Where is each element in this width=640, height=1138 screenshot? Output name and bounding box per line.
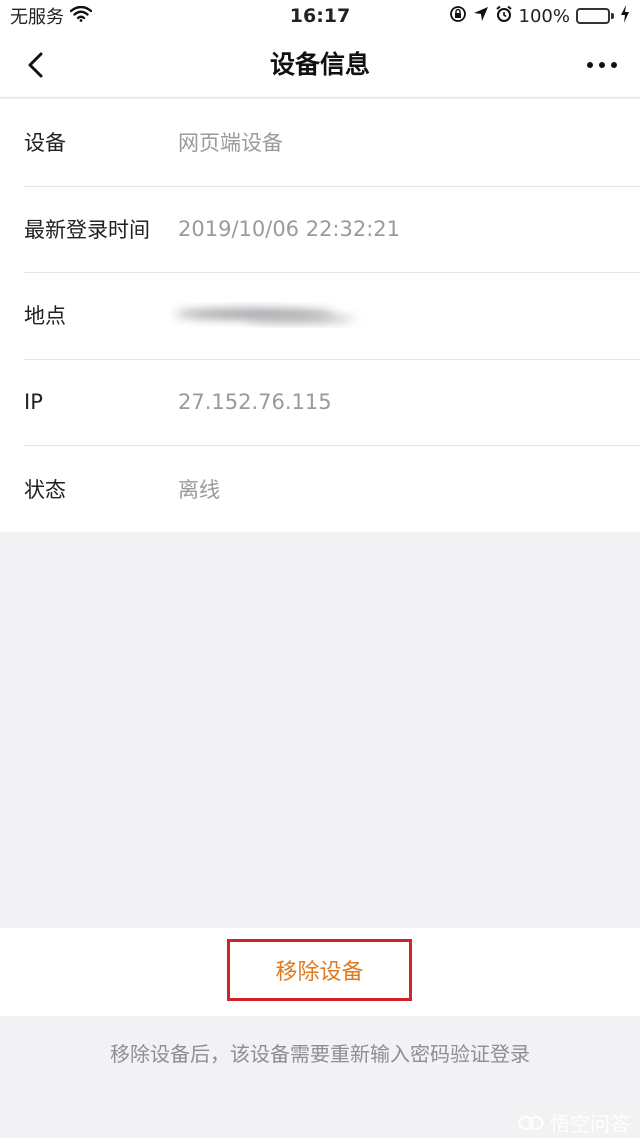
action-area: 移除设备	[0, 928, 640, 1016]
page-title: 设备信息	[269, 50, 370, 79]
battery-percent: 100%	[518, 5, 570, 27]
info-label: IP	[24, 390, 43, 415]
remove-device-button[interactable]: 移除设备	[227, 939, 412, 1001]
rotation-lock-icon	[449, 5, 467, 28]
location-icon	[473, 6, 489, 27]
info-row-last-login: 最新登录时间 2019/10/06 22:32:21	[0, 185, 640, 273]
info-label: 状态	[24, 477, 66, 502]
info-row-device: 设备 网页端设备	[0, 99, 640, 186]
info-label: 设备	[24, 131, 66, 156]
info-value: 离线	[178, 477, 220, 502]
info-row-location: 地点	[0, 272, 640, 359]
charging-icon	[620, 4, 630, 28]
status-left: 无服务	[10, 3, 93, 29]
more-button[interactable]	[582, 52, 622, 78]
wifi-icon	[69, 5, 93, 27]
redacted-location	[175, 309, 355, 323]
carrier-text: 无服务	[10, 7, 64, 28]
status-bar: 无服务 16:17 100%	[0, 0, 640, 32]
watermark: 悟空问答	[518, 1108, 630, 1137]
info-row-ip: IP 27.152.76.115	[0, 358, 640, 446]
info-value: 网页端设备	[178, 131, 283, 156]
watermark-text: 悟空问答	[550, 1112, 630, 1136]
wukong-logo-icon	[518, 1115, 544, 1130]
info-value: 2019/10/06 22:32:21	[178, 216, 401, 241]
more-icon	[587, 62, 617, 68]
navigation-bar: 设备信息	[0, 32, 640, 98]
info-value: 27.152.76.115	[178, 390, 332, 415]
alarm-icon	[495, 5, 513, 28]
info-row-status: 状态 离线	[0, 445, 640, 532]
info-label: 最新登录时间	[24, 217, 150, 242]
info-label: 地点	[24, 304, 66, 329]
remove-device-note: 移除设备后，该设备需要重新输入密码验证登录	[110, 1042, 530, 1066]
status-right: 100%	[449, 4, 630, 28]
device-info-list: 设备 网页端设备 最新登录时间 2019/10/06 22:32:21 地点 I…	[0, 99, 640, 532]
battery-icon	[576, 8, 614, 24]
